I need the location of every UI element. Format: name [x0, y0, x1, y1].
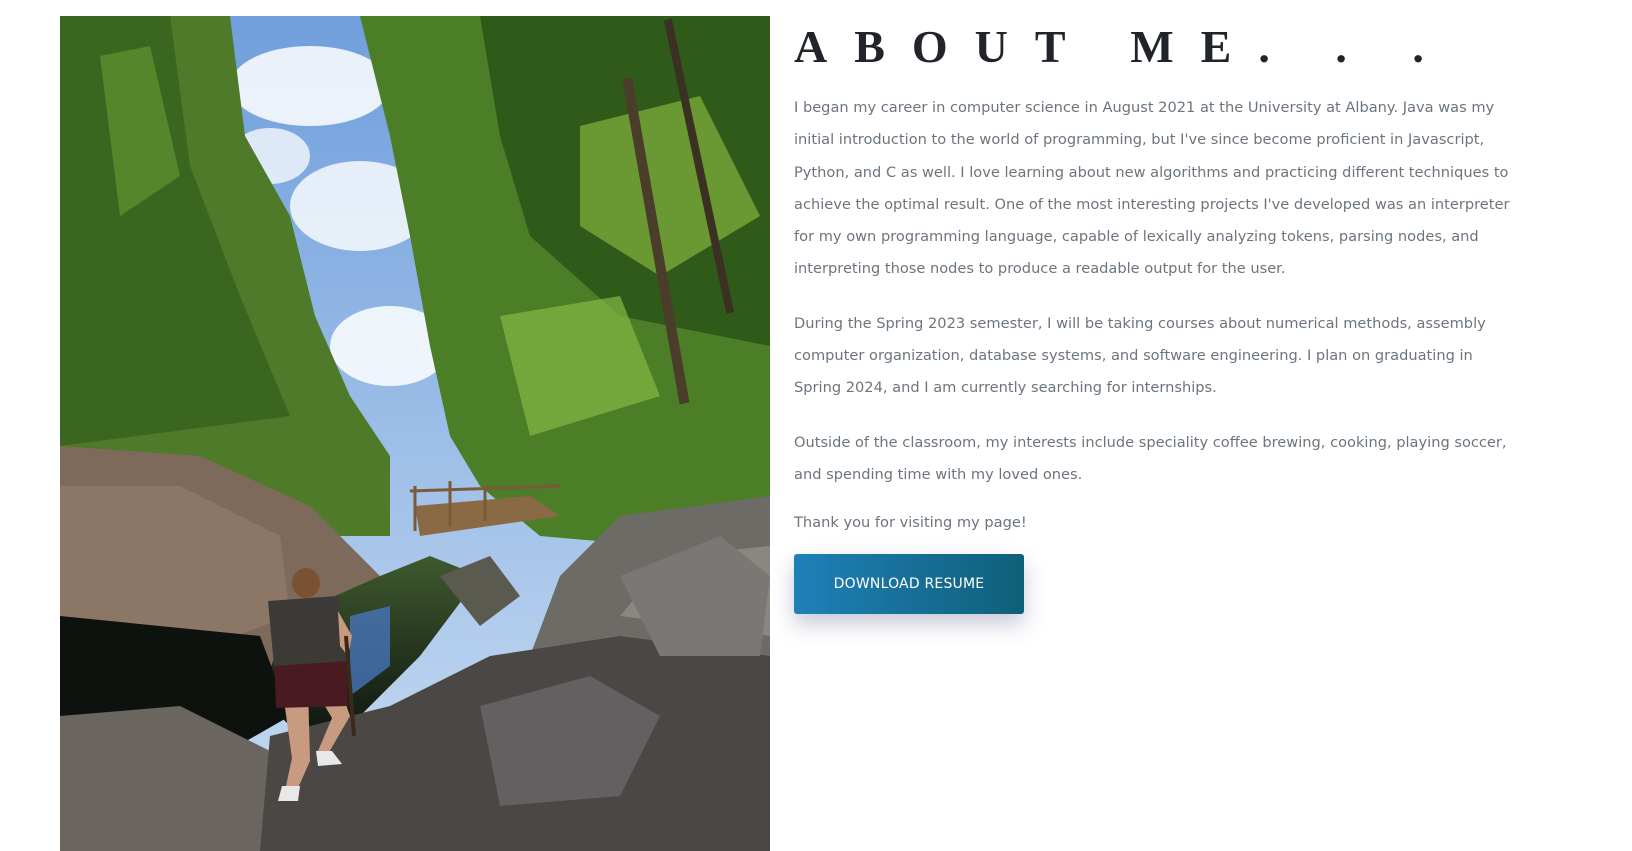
profile-photo	[60, 16, 770, 851]
download-resume-button[interactable]: DOWNLOAD RESUME	[794, 553, 1024, 614]
about-paragraph-interests: Outside of the classroom, my interests i…	[794, 433, 1507, 483]
about-paragraph-courses: During the Spring 2023 semester, I will …	[794, 314, 1486, 397]
about-section: ABOUT ME. . . I began my career in compu…	[794, 16, 1510, 614]
about-paragraph-career: I began my career in computer science in…	[794, 99, 1510, 278]
about-paragraph-thanks: Thank you for visiting my page!	[794, 514, 1027, 532]
about-title: ABOUT ME. . .	[794, 21, 1451, 72]
